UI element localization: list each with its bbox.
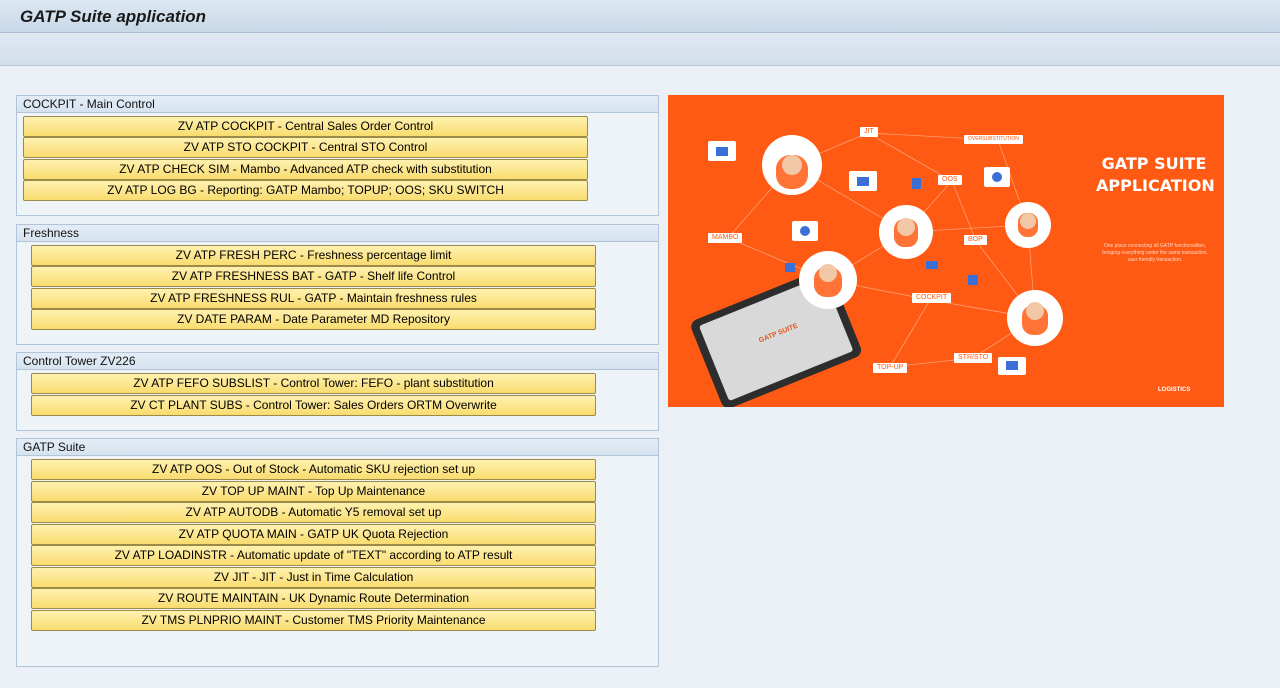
node-str-sto: STR/STO (954, 353, 993, 363)
zv-jit-button[interactable]: ZV JIT - JIT - Just in Time Calculation (31, 567, 596, 588)
zv-date-param-button[interactable]: ZV DATE PARAM - Date Parameter MD Reposi… (31, 309, 596, 330)
zv-atp-quota-main-button[interactable]: ZV ATP QUOTA MAIN - GATP UK Quota Reject… (31, 524, 596, 545)
node-oos: OOS (938, 175, 962, 185)
banner-title: GATP SUITE APPLICATION (1096, 154, 1215, 195)
brand-logo: LOGISTICS (1158, 387, 1191, 393)
zv-route-maintain-button[interactable]: ZV ROUTE MAINTAIN - UK Dynamic Route Det… (31, 588, 596, 609)
group-title: Control Tower ZV226 (17, 353, 658, 370)
zv-ct-plant-subs-button[interactable]: ZV CT PLANT SUBS - Control Tower: Sales … (31, 395, 596, 416)
group-control-tower: Control Tower ZV226 ZV ATP FEFO SUBSLIST… (16, 352, 659, 431)
zv-atp-log-bg-button[interactable]: ZV ATP LOG BG - Reporting: GATP Mambo; T… (23, 180, 588, 201)
zv-atp-fresh-perc-button[interactable]: ZV ATP FRESH PERC - Freshness percentage… (31, 245, 596, 266)
zv-top-up-maint-button[interactable]: ZV TOP UP MAINT - Top Up Maintenance (31, 481, 596, 502)
zv-atp-loadinstr-button[interactable]: ZV ATP LOADINSTR - Automatic update of "… (31, 545, 596, 566)
banner-description: One place connecting all GATP functional… (1102, 243, 1208, 263)
node-top-up: TOP-UP (873, 363, 908, 373)
application-toolbar (0, 33, 1280, 66)
zv-tms-plnprio-maint-button[interactable]: ZV TMS PLNPRIO MAINT - Customer TMS Prio… (31, 610, 596, 631)
node-mambo: MAMBO (708, 233, 743, 243)
window-title: GATP Suite application (20, 7, 207, 26)
group-title: COCKPIT - Main Control (17, 96, 658, 113)
node-jit: JIT (860, 127, 878, 137)
group-title: Freshness (17, 225, 658, 242)
zv-atp-fefo-subslist-button[interactable]: ZV ATP FEFO SUBSLIST - Control Tower: FE… (31, 373, 596, 394)
group-title: GATP Suite (17, 439, 658, 456)
zv-atp-cockpit-button[interactable]: ZV ATP COCKPIT - Central Sales Order Con… (23, 116, 588, 137)
node-cockpit: COCKPIT (912, 293, 952, 303)
zv-atp-check-sim-button[interactable]: ZV ATP CHECK SIM - Mambo - Advanced ATP … (23, 159, 588, 180)
zv-atp-sto-cockpit-button[interactable]: ZV ATP STO COCKPIT - Central STO Control (23, 137, 588, 158)
window-titlebar: GATP Suite application (0, 0, 1280, 33)
zv-atp-freshness-bat-button[interactable]: ZV ATP FRESHNESS BAT - GATP - Shelf life… (31, 266, 596, 287)
node-oversubstitution: OVERSUBSTITUTION (964, 135, 1023, 144)
gatp-suite-banner-image: JIT OVERSUBSTITUTION OOS BOP MAMBO COCKP… (668, 95, 1224, 407)
group-gatp-suite: GATP Suite ZV ATP OOS - Out of Stock - A… (16, 438, 659, 667)
group-cockpit: COCKPIT - Main Control ZV ATP COCKPIT - … (16, 95, 659, 216)
zv-atp-autodb-button[interactable]: ZV ATP AUTODB - Automatic Y5 removal set… (31, 502, 596, 523)
zv-atp-freshness-rul-button[interactable]: ZV ATP FRESHNESS RUL - GATP - Maintain f… (31, 288, 596, 309)
group-freshness: Freshness ZV ATP FRESH PERC - Freshness … (16, 224, 659, 345)
node-bop: BOP (964, 235, 987, 245)
zv-atp-oos-button[interactable]: ZV ATP OOS - Out of Stock - Automatic SK… (31, 459, 596, 480)
